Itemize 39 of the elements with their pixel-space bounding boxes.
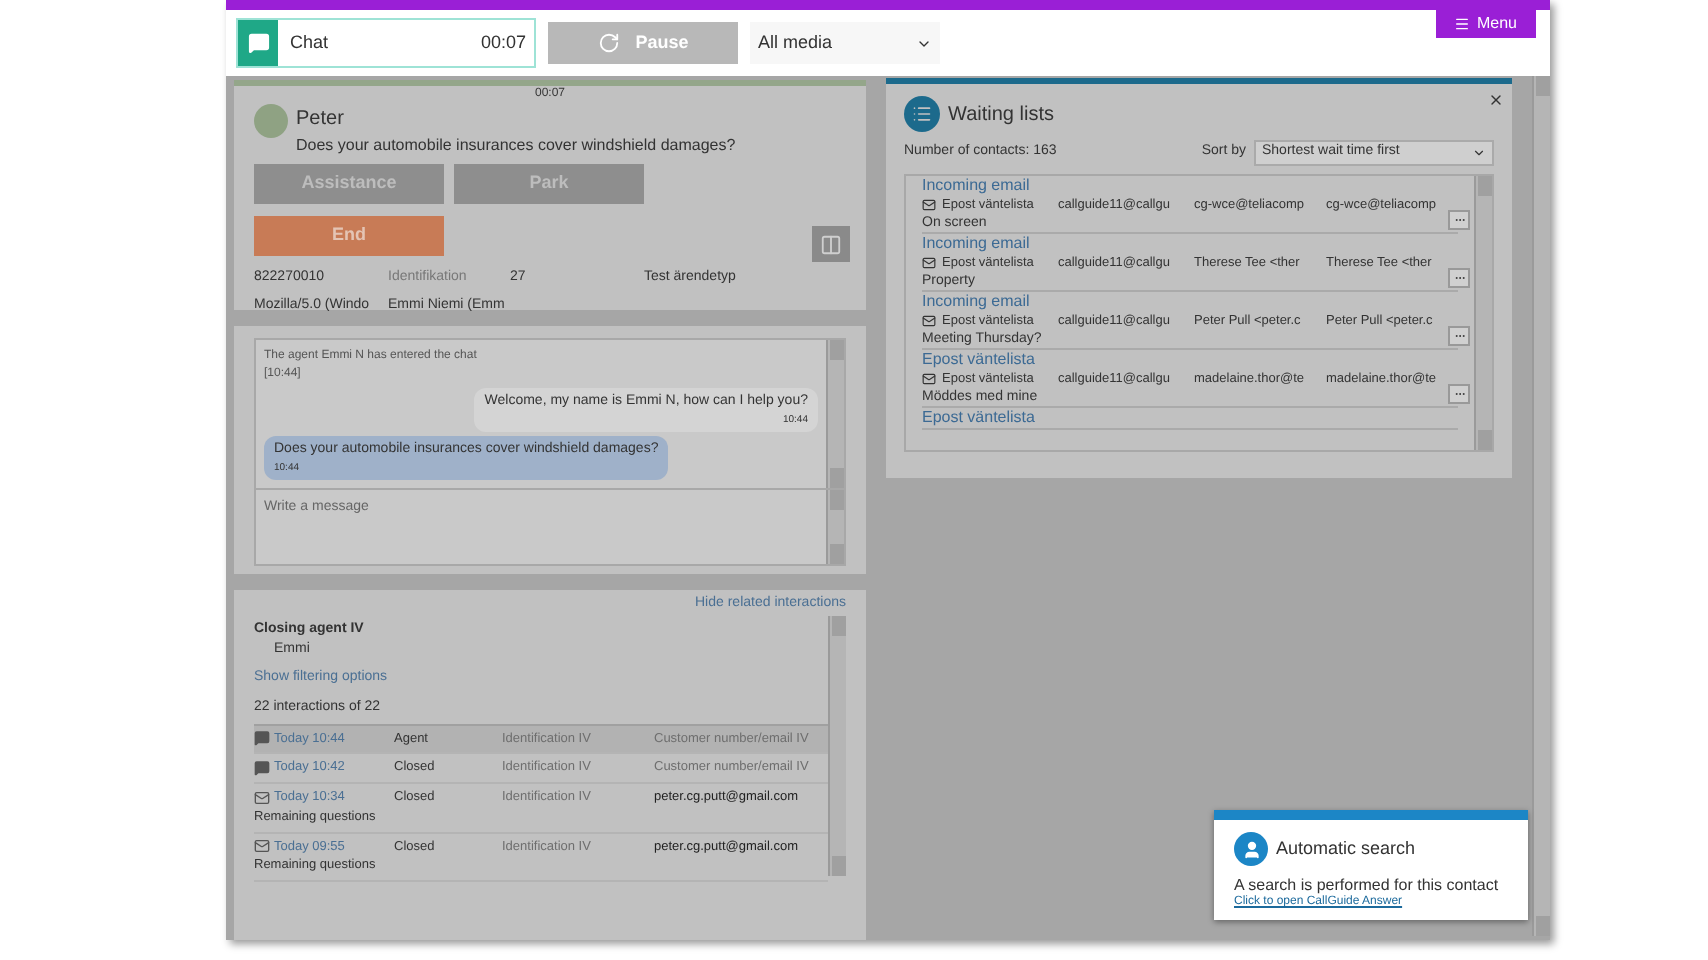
scrollbar[interactable] — [826, 340, 844, 488]
chat-icon — [254, 730, 270, 747]
user-search-icon — [1234, 832, 1268, 866]
item-heading[interactable]: Incoming email — [922, 292, 1458, 312]
chat-tab[interactable]: Chat 00:07 — [236, 18, 536, 68]
mail-icon — [254, 838, 270, 855]
mail-icon — [254, 789, 270, 806]
scrollbar[interactable] — [828, 615, 846, 875]
list-icon — [904, 96, 940, 132]
timer: 00:07 — [480, 29, 526, 56]
menu-icon — [1454, 16, 1471, 32]
mail-icon — [922, 314, 936, 328]
end-button[interactable]: End — [254, 216, 444, 256]
panel-title: Waiting lists — [948, 101, 1054, 129]
close-icon[interactable] — [1488, 92, 1504, 108]
contact-name: Peter — [296, 106, 346, 134]
scrollbar[interactable] — [1474, 176, 1492, 450]
scrollbar[interactable] — [1532, 76, 1550, 936]
popup-text: A search is performed for this contact — [1234, 876, 1501, 894]
more-button[interactable] — [1448, 210, 1470, 230]
mail-icon — [922, 198, 936, 212]
pause-button[interactable]: Pause — [548, 22, 738, 64]
more-button[interactable] — [1448, 326, 1470, 346]
more-button[interactable] — [1448, 384, 1470, 404]
more-button[interactable] — [1448, 268, 1470, 288]
media-dropdown[interactable]: All media — [750, 22, 940, 64]
item-heading[interactable]: Epost väntelista — [922, 350, 1458, 370]
subject-text: Does your automobile insurances cover windshield damages? — [296, 134, 736, 158]
item-heading[interactable]: Incoming email — [922, 234, 1458, 254]
mail-icon — [922, 372, 936, 386]
menu-button[interactable]: Menu — [1436, 10, 1536, 38]
chat-icon — [254, 760, 270, 777]
item-heading[interactable]: Epost väntelista — [922, 408, 1458, 428]
popup-title: Automatic search — [1276, 835, 1416, 862]
mail-icon — [922, 256, 936, 270]
chat-icon — [238, 20, 278, 66]
item-heading[interactable]: Incoming email — [922, 176, 1458, 196]
window-icon[interactable] — [812, 226, 850, 262]
chevron-icon — [1472, 146, 1486, 160]
